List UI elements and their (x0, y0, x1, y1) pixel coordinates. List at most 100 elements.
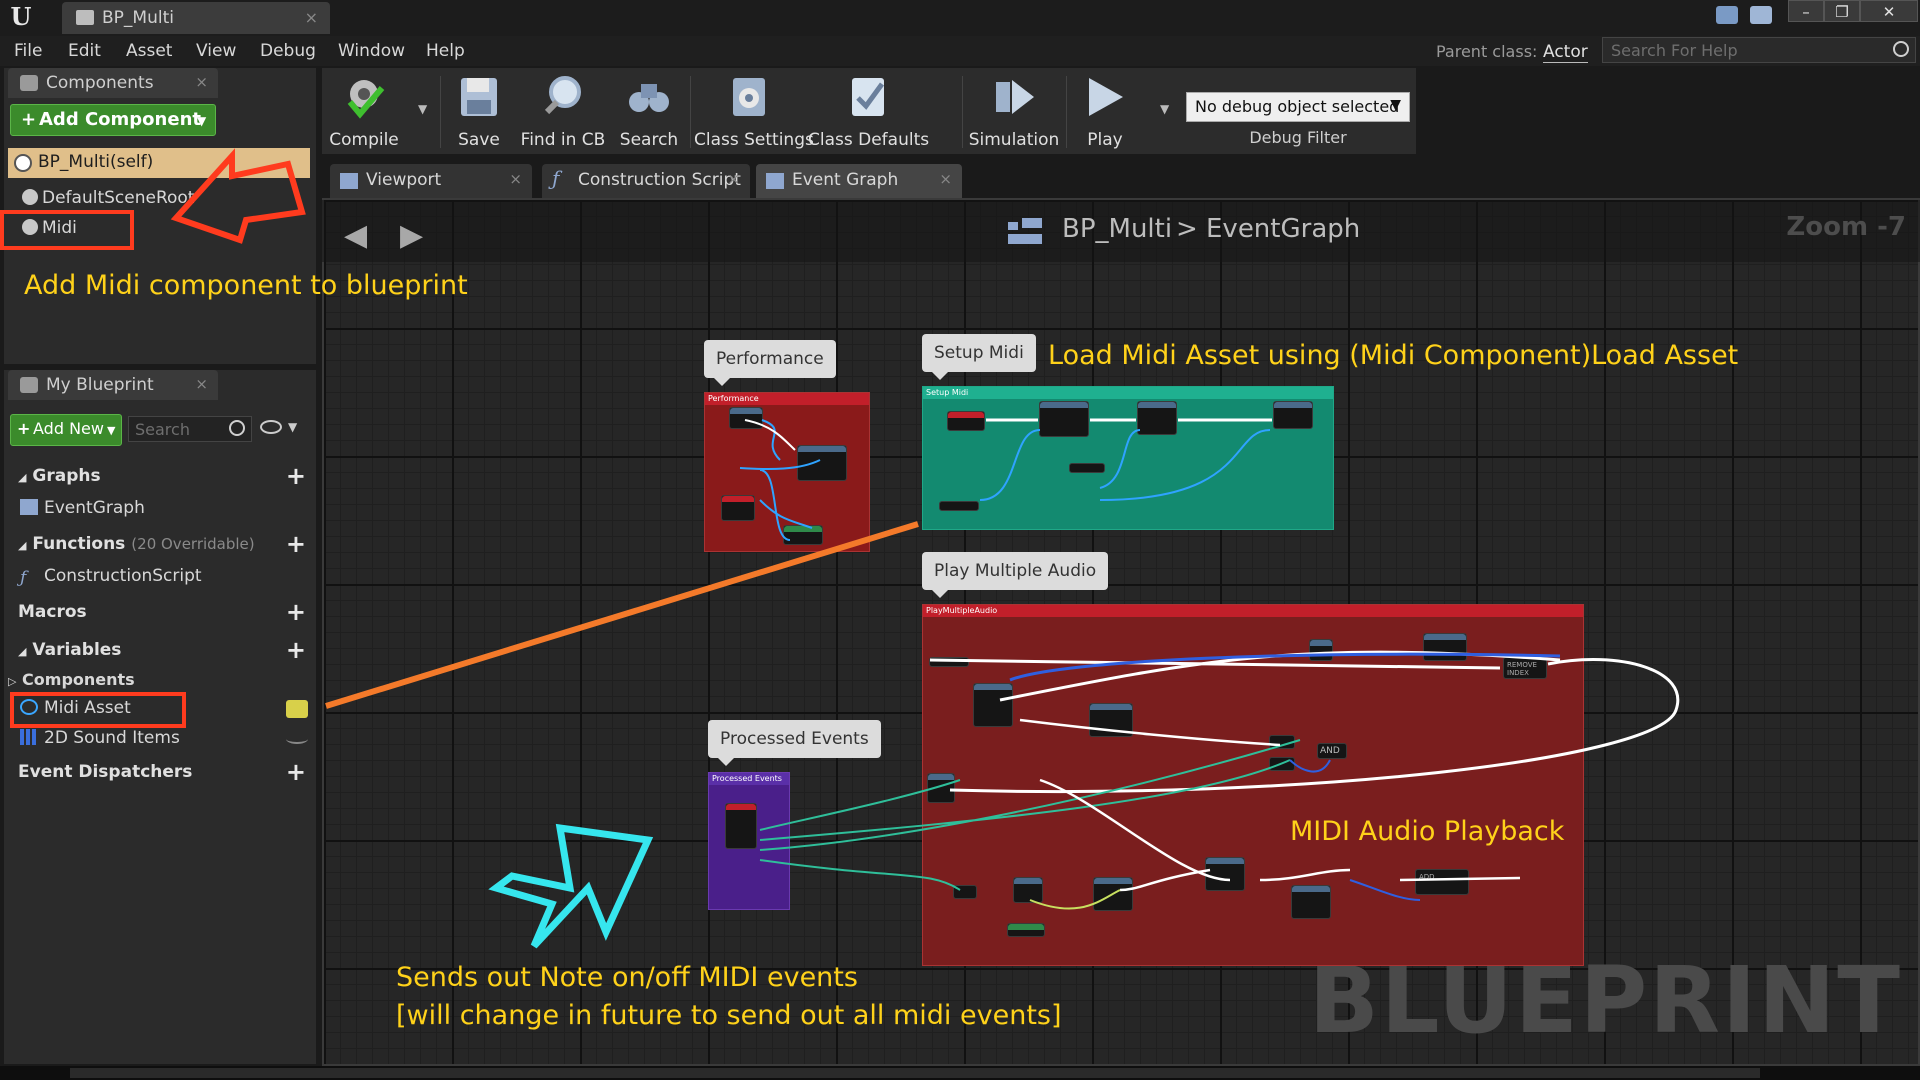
menu-debug[interactable]: Debug (260, 41, 316, 61)
compile-options-chevron-icon[interactable]: ▼ (418, 102, 427, 116)
graph-node[interactable] (953, 885, 977, 899)
close-tab-icon[interactable]: × (509, 170, 522, 188)
tree-item-constructionscript[interactable]: ƒ ConstructionScript (20, 566, 202, 588)
tab-viewport[interactable]: Viewport × (330, 164, 532, 198)
graph-node[interactable] (721, 495, 755, 521)
minimize-button[interactable]: – (1788, 0, 1824, 22)
tool-label: Compile (329, 130, 399, 150)
graph-node[interactable] (1205, 857, 1245, 891)
document-tab[interactable]: BP_Multi × (62, 2, 330, 34)
tree-item-eventgraph[interactable]: EventGraph (20, 498, 145, 518)
parent-class-link[interactable]: Actor (1543, 42, 1588, 63)
add-variable-button[interactable]: + (286, 636, 306, 664)
simulation-button[interactable]: Simulation (966, 68, 1062, 154)
graph-node[interactable] (1039, 401, 1089, 437)
graph-node[interactable] (1093, 877, 1133, 911)
graph-node[interactable] (939, 501, 979, 511)
setup-midi-comment-box[interactable]: Setup Midi (922, 386, 1334, 530)
menu-help[interactable]: Help (426, 41, 465, 61)
graph-node[interactable] (725, 803, 757, 849)
graph-node[interactable] (1269, 735, 1295, 749)
menu-edit[interactable]: Edit (68, 41, 101, 61)
play-button[interactable]: Play (1070, 68, 1140, 154)
menu-asset[interactable]: Asset (126, 41, 172, 61)
close-window-button[interactable]: ✕ (1860, 0, 1918, 22)
graph-node[interactable] (1013, 877, 1043, 903)
visibility-eye-icon[interactable] (286, 700, 308, 718)
back-arrow-icon[interactable]: ◀ (344, 218, 367, 253)
menu-view[interactable]: View (196, 41, 236, 61)
visibility-eye-icon[interactable] (260, 420, 282, 434)
tutorial-icon[interactable] (1750, 6, 1772, 24)
blueprint-search-input[interactable]: Search (128, 416, 252, 442)
search-button[interactable]: Search (612, 68, 686, 154)
performance-comment-box[interactable]: Performance (704, 392, 870, 552)
feedback-icon[interactable] (1716, 6, 1738, 24)
close-panel-icon[interactable]: × (195, 375, 208, 393)
add-function-button[interactable]: + (286, 530, 306, 558)
chevron-down-icon[interactable]: ▼ (288, 420, 297, 434)
setup-midi-comment-bubble[interactable]: Setup Midi (922, 334, 1036, 380)
graph-node[interactable] (973, 683, 1013, 727)
graph-node[interactable] (929, 657, 969, 667)
add-event-dispatcher-button[interactable]: + (286, 758, 306, 786)
add-node[interactable]: ADD (1415, 869, 1469, 895)
close-tab-icon[interactable]: × (939, 170, 952, 188)
menu-window[interactable]: Window (338, 41, 405, 61)
graph-node[interactable] (1273, 401, 1313, 429)
remove-index-node[interactable]: REMOVE INDEX (1503, 657, 1547, 679)
and-node[interactable]: AND (1317, 743, 1347, 759)
close-tab-icon[interactable]: × (727, 170, 740, 188)
play-options-chevron-icon[interactable]: ▼ (1160, 102, 1169, 116)
graph-node[interactable] (1291, 885, 1331, 919)
add-component-button[interactable]: + Add Component ▼ (10, 104, 216, 136)
play-multiple-audio-comment-box[interactable]: PlayMultipleAudio REMOVE INDEX AND ADD (922, 604, 1584, 966)
tree-item-components[interactable]: ▷ Components (8, 670, 135, 689)
component-default-scene-root[interactable]: DefaultSceneRoot (22, 188, 194, 208)
graphs-section-header[interactable]: ◢ Graphs + (6, 460, 312, 492)
macros-section-header[interactable]: Macros + (6, 596, 312, 628)
breadcrumb-blueprint[interactable]: BP_Multi (1062, 214, 1172, 244)
menu-file[interactable]: File (14, 41, 42, 61)
graph-node[interactable] (1137, 401, 1177, 435)
variables-section-header[interactable]: ◢ Variables + (6, 634, 312, 666)
component-self-item[interactable]: BP_Multi(self) (8, 148, 310, 178)
graph-node[interactable] (797, 445, 847, 481)
graph-node[interactable] (783, 525, 823, 545)
find-in-cb-button[interactable]: Find in CB (518, 68, 608, 154)
functions-section-header[interactable]: ◢ Functions (20 Overridable) + (6, 528, 312, 560)
graph-node[interactable] (1309, 639, 1333, 661)
play-multiple-audio-comment-bubble[interactable]: Play Multiple Audio (922, 552, 1109, 598)
variable-2d-sound-items[interactable]: 2D Sound Items (20, 728, 180, 748)
performance-comment-bubble[interactable]: Performance (704, 340, 836, 386)
graph-node[interactable] (1269, 757, 1295, 771)
debug-object-select[interactable]: No debug object selected ▼ (1186, 92, 1410, 122)
tab-event-graph[interactable]: Event Graph × (756, 164, 962, 198)
graph-node[interactable] (1423, 633, 1467, 661)
graph-node[interactable] (1069, 463, 1105, 473)
graph-node[interactable] (927, 773, 955, 803)
add-graph-button[interactable]: + (286, 462, 306, 490)
close-panel-icon[interactable]: × (195, 73, 208, 91)
class-settings-button[interactable]: Class Settings (694, 68, 814, 154)
my-blueprint-tab[interactable]: My Blueprint × (8, 370, 218, 400)
event-dispatchers-section-header[interactable]: Event Dispatchers + (6, 756, 312, 788)
class-defaults-button[interactable]: Class Defaults (808, 68, 929, 154)
save-button[interactable]: Save (444, 68, 514, 154)
compile-button[interactable]: Compile (326, 68, 402, 154)
add-macro-button[interactable]: + (286, 598, 306, 626)
help-search-input[interactable]: Search For Help (1602, 37, 1916, 63)
close-tab-icon[interactable]: × (305, 8, 318, 27)
maximize-button[interactable]: ❐ (1824, 0, 1860, 22)
components-tab[interactable]: Components × (8, 68, 218, 98)
tab-construction-script[interactable]: ƒ Construction Script × (542, 164, 750, 198)
hidden-eye-icon[interactable] (286, 734, 308, 744)
graph-node[interactable] (1007, 923, 1045, 937)
forward-arrow-icon[interactable]: ▶ (400, 218, 423, 253)
processed-events-comment-box[interactable]: Processed Events (708, 772, 790, 910)
graph-node[interactable] (1089, 703, 1133, 737)
processed-events-comment-bubble[interactable]: Processed Events (708, 720, 881, 766)
graph-node[interactable] (729, 407, 763, 429)
add-new-button[interactable]: + Add New ▼ (10, 414, 122, 446)
graph-node[interactable] (947, 411, 985, 431)
